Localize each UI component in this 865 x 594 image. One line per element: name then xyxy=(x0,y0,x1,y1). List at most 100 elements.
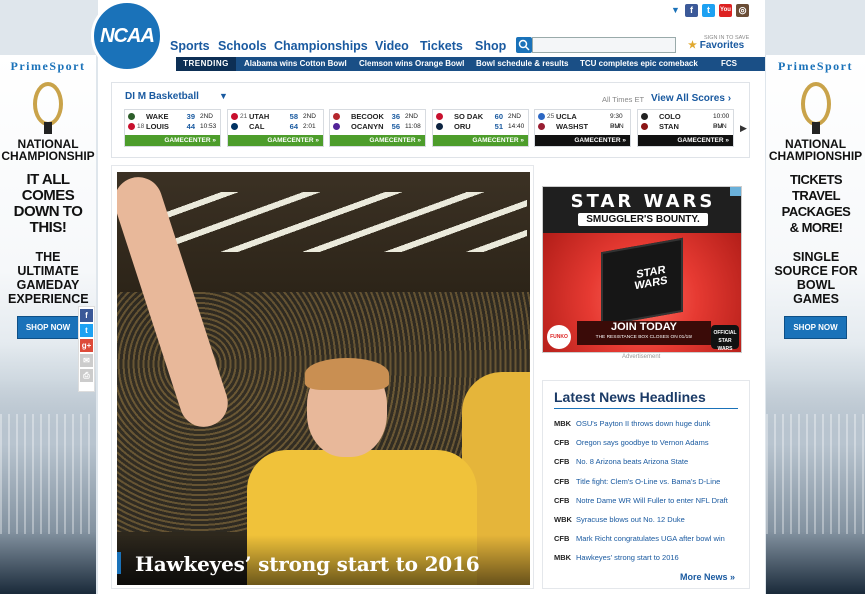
facebook-share-icon[interactable]: f xyxy=(80,309,93,322)
gamecenter-button[interactable]: GAMECENTER » xyxy=(433,135,528,146)
news-title: Latest News Headlines xyxy=(554,389,706,405)
news-headline[interactable]: Syracuse blows out No. 12 Duke xyxy=(576,515,685,524)
shop-now-button[interactable]: SHOP NOW xyxy=(784,316,847,339)
nav-championships[interactable]: Championships xyxy=(274,39,368,53)
nav-schools[interactable]: Schools xyxy=(218,39,267,53)
star-wars-ad[interactable]: STAR WARS SMUGGLER'S BOUNTY. STAR WARS F… xyxy=(542,186,742,353)
twitter-icon[interactable]: t xyxy=(702,4,715,17)
social-dropdown-icon[interactable]: ▼ xyxy=(671,5,680,15)
gamecenter-button[interactable]: GAMECENTER » xyxy=(535,135,630,146)
sport-selector[interactable]: DI M Basketball xyxy=(125,91,199,102)
nav-sports[interactable]: Sports xyxy=(170,39,210,53)
trending-bar: TRENDING Alabama wins Cotton Bowl Clemso… xyxy=(176,57,765,71)
news-item[interactable]: MBK Hawkeyes' strong start to 2016 xyxy=(554,553,679,562)
news-item[interactable]: CFB Notre Dame WR Will Fuller to enter NF… xyxy=(554,496,728,505)
news-headline[interactable]: Notre Dame WR Will Fuller to enter NFL D… xyxy=(576,496,728,505)
news-headline[interactable]: Title fight: Clem's O-Line vs. Bama's D-… xyxy=(576,477,720,486)
trophy-icon xyxy=(796,82,836,134)
primesport-logo: PrimeSport xyxy=(10,59,86,73)
game-card[interactable]: WAKE 39 2ND 18 LOUIS 44 10:53 GAMECENTER » xyxy=(124,109,221,147)
news-headline[interactable]: Hawkeyes' strong start to 2016 xyxy=(576,553,679,562)
box-image: STAR WARS xyxy=(601,237,683,327)
youtube-icon[interactable]: You xyxy=(719,4,732,17)
gamecenter-button[interactable]: GAMECENTER » xyxy=(125,135,220,146)
trending-item[interactable]: FCS xyxy=(721,57,737,71)
team-score: 36 xyxy=(391,112,400,121)
gamecenter-button[interactable]: GAMECENTER » xyxy=(330,135,425,146)
search-icon[interactable] xyxy=(516,37,532,53)
news-tag: MBK xyxy=(554,419,572,428)
advertisement-label: Advertisement xyxy=(622,354,661,360)
trending-item[interactable]: TCU completes epic comeback xyxy=(580,57,698,71)
news-headline[interactable]: OSU's Payton II throws down huge dunk xyxy=(576,419,710,428)
adchoices-icon[interactable] xyxy=(730,187,741,196)
shop-now-button[interactable]: SHOP NOW xyxy=(16,316,80,339)
search-input[interactable] xyxy=(532,37,676,53)
game-clock: 10:53 xyxy=(200,123,217,130)
join-today-button[interactable]: JOIN TODAY THE RESISTANCE BOX CLOSES ON 0… xyxy=(577,321,711,345)
game-clock: SUN xyxy=(713,123,727,130)
hero-caption[interactable]: Hawkeyes’ strong start to 2016 xyxy=(135,552,480,576)
right-side-ad[interactable]: PrimeSport NATIONAL CHAMPIONSHIP TICKETS… xyxy=(766,55,865,594)
nav-shop[interactable]: Shop xyxy=(475,39,506,53)
news-headline[interactable]: Mark Richt congratulates UGA after bowl … xyxy=(576,534,725,543)
next-arrow-icon[interactable]: ▶ xyxy=(740,123,747,135)
more-news-link[interactable]: More News » xyxy=(680,572,735,582)
team-name: LOUIS xyxy=(146,122,169,131)
news-item[interactable]: CFB Mark Richt congratulates UGA after bo… xyxy=(554,534,725,543)
email-icon[interactable]: ✉ xyxy=(80,354,93,367)
news-headline[interactable]: No. 8 Arizona beats Arizona State xyxy=(576,457,688,466)
team-name: OCANYN xyxy=(351,122,384,131)
news-tag: MBK xyxy=(554,553,572,563)
team-logo-icon xyxy=(128,113,135,120)
ncaa-logo[interactable]: NCAA xyxy=(91,0,163,72)
news-item[interactable]: CFB Title fight: Clem's O-Line vs. Bama's… xyxy=(554,477,720,486)
trending-item[interactable]: Clemson wins Orange Bowl xyxy=(359,57,464,71)
nav-tickets[interactable]: Tickets xyxy=(420,39,463,53)
official-badge: OFFICIAL STAR WARS xyxy=(711,325,739,352)
twitter-share-icon[interactable]: t xyxy=(80,324,93,337)
team-name: UTAH xyxy=(249,112,270,121)
chevron-down-icon[interactable]: ▼ xyxy=(219,91,228,101)
game-clock: 14:40 xyxy=(508,123,525,130)
print-icon[interactable]: ⎙ xyxy=(80,369,93,382)
news-item[interactable]: CFB Oregon says goodbye to Vernon Adams xyxy=(554,438,709,447)
news-headline[interactable]: Oregon says goodbye to Vernon Adams xyxy=(576,438,709,447)
game-card[interactable]: BECOOK 36 2ND OCANYN 56 11:08 GAMECENTER » xyxy=(329,109,426,147)
view-all-scores-link[interactable]: View All Scores › xyxy=(651,93,731,104)
team-score: 64 xyxy=(289,122,298,131)
team-score: 44 xyxy=(186,122,195,131)
news-item[interactable]: WBK Syracuse blows out No. 12 Duke xyxy=(554,515,685,524)
game-card[interactable]: 21 UTAH 58 2ND CAL 64 2:01 GAMECENTER » xyxy=(227,109,324,147)
ad-subtagline: SINGLE SOURCE FOR BOWL GAMES xyxy=(774,250,858,306)
news-tag: CFB xyxy=(554,457,570,467)
trending-item[interactable]: Alabama wins Cotton Bowl xyxy=(244,57,347,71)
team-name: WAKE xyxy=(146,112,169,121)
favorites-button[interactable]: ★ Favorites SIGN IN TO SAVE xyxy=(688,35,749,51)
news-item[interactable]: CFB No. 8 Arizona beats Arizona State xyxy=(554,457,688,466)
team-name: COLO xyxy=(659,112,681,121)
gamecenter-button[interactable]: GAMECENTER » xyxy=(228,135,323,146)
team-name: CAL xyxy=(249,122,265,131)
instagram-icon[interactable]: ◎ xyxy=(736,4,749,17)
team-logo-icon xyxy=(333,123,340,130)
hero-story[interactable]: Hawkeyes’ strong start to 2016 xyxy=(111,165,534,589)
trending-item[interactable]: Bowl schedule & results xyxy=(476,57,568,71)
nav-video[interactable]: Video xyxy=(375,39,409,53)
news-item[interactable]: MBK OSU's Payton II throws down huge dunk xyxy=(554,419,710,428)
ad-subtitle: SMUGGLER'S BOUNTY. xyxy=(578,213,708,226)
team-logo-icon xyxy=(128,123,135,130)
game-card[interactable]: SO DAK 60 2ND ORU 51 14:40 GAMECENTER » xyxy=(432,109,529,147)
team-score: 39 xyxy=(186,112,195,121)
hero-image[interactable]: Hawkeyes’ strong start to 2016 xyxy=(117,172,530,585)
box-label: STAR WARS xyxy=(634,263,668,293)
game-card[interactable]: 25 UCLA 9:30 PM WASHST SUN GAMECENTER » xyxy=(534,109,631,147)
facebook-icon[interactable]: f xyxy=(685,4,698,17)
team-name: SO DAK xyxy=(454,112,484,121)
ad-headline: NATIONAL CHAMPIONSHIP xyxy=(768,137,863,163)
trophy-icon xyxy=(28,82,68,134)
gamecenter-button[interactable]: GAMECENTER » xyxy=(638,135,733,146)
game-status: 2ND xyxy=(508,113,522,120)
game-card[interactable]: COLO 10:00 PM STAN SUN GAMECENTER » xyxy=(637,109,734,147)
googleplus-share-icon[interactable]: g+ xyxy=(80,339,93,352)
